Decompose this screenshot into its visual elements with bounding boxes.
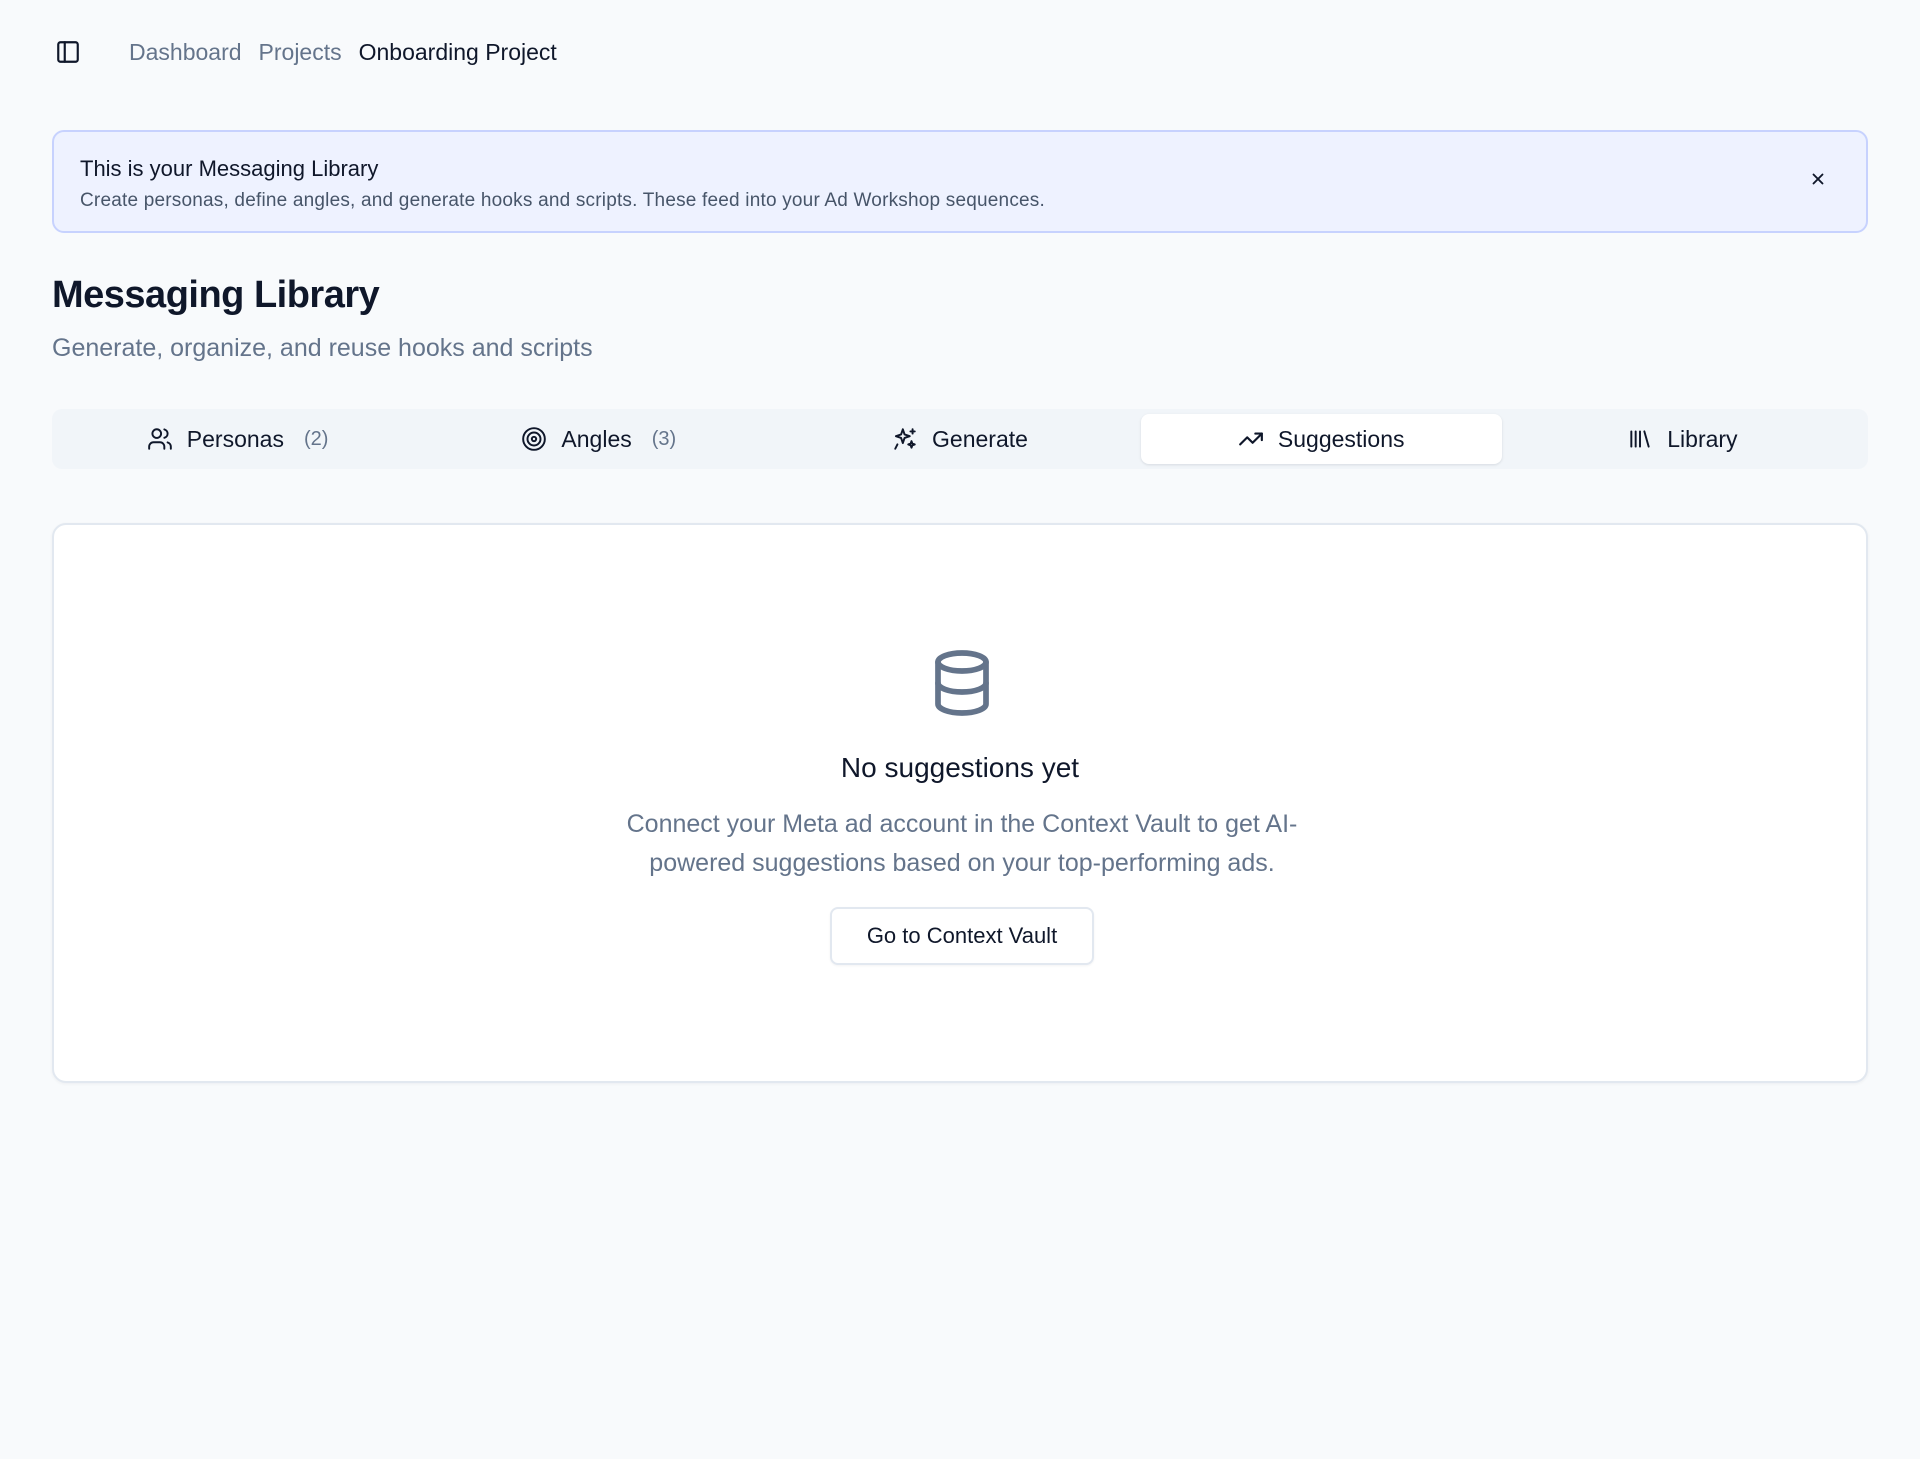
tab-count: (2) — [303, 427, 329, 450]
empty-state-title: No suggestions yet — [840, 752, 1080, 783]
page-subtitle: Generate, organize, and reuse hooks and … — [52, 334, 593, 362]
tab-bar: Personas (2) Angles (3) Generate Suggest… — [52, 409, 1868, 469]
breadcrumb-projects[interactable]: Projects — [259, 39, 342, 66]
breadcrumb-current: Onboarding Project — [358, 38, 557, 65]
tab-suggestions[interactable]: Suggestions — [1140, 414, 1502, 464]
suggestions-panel: No suggestions yet Connect your Meta ad … — [52, 523, 1868, 1083]
users-icon — [147, 426, 173, 452]
trending-up-icon — [1238, 426, 1264, 452]
tab-count: (3) — [651, 427, 677, 450]
panel-left-icon[interactable] — [52, 36, 84, 68]
target-icon — [521, 426, 547, 452]
tab-label: Generate — [932, 425, 1028, 452]
tab-angles[interactable]: Angles (3) — [418, 414, 779, 464]
banner-description: Create personas, define angles, and gene… — [80, 190, 1045, 211]
tab-label: Suggestions — [1277, 425, 1405, 452]
library-icon — [1627, 426, 1653, 452]
breadcrumb-dashboard[interactable]: Dashboard — [129, 39, 242, 66]
close-icon[interactable] — [1804, 165, 1832, 193]
database-icon — [926, 643, 998, 723]
page-title: Messaging Library — [52, 274, 380, 316]
tab-library[interactable]: Library — [1502, 414, 1863, 464]
empty-state-description: Connect your Meta ad account in the Cont… — [626, 810, 1298, 877]
banner-title: This is your Messaging Library — [80, 156, 379, 181]
breadcrumb: Dashboard Projects Onboarding Project — [129, 39, 557, 66]
tab-label: Angles — [561, 425, 632, 452]
tab-generate[interactable]: Generate — [779, 414, 1140, 464]
info-banner: This is your Messaging Library Create pe… — [52, 130, 1868, 233]
tab-personas[interactable]: Personas (2) — [57, 414, 418, 464]
go-to-context-vault-button[interactable]: Go to Context Vault — [830, 907, 1094, 965]
tab-label: Personas — [186, 425, 284, 452]
top-bar: Dashboard Projects Onboarding Project — [52, 26, 557, 78]
tab-label: Library — [1667, 425, 1738, 452]
sparkles-icon — [892, 426, 918, 452]
